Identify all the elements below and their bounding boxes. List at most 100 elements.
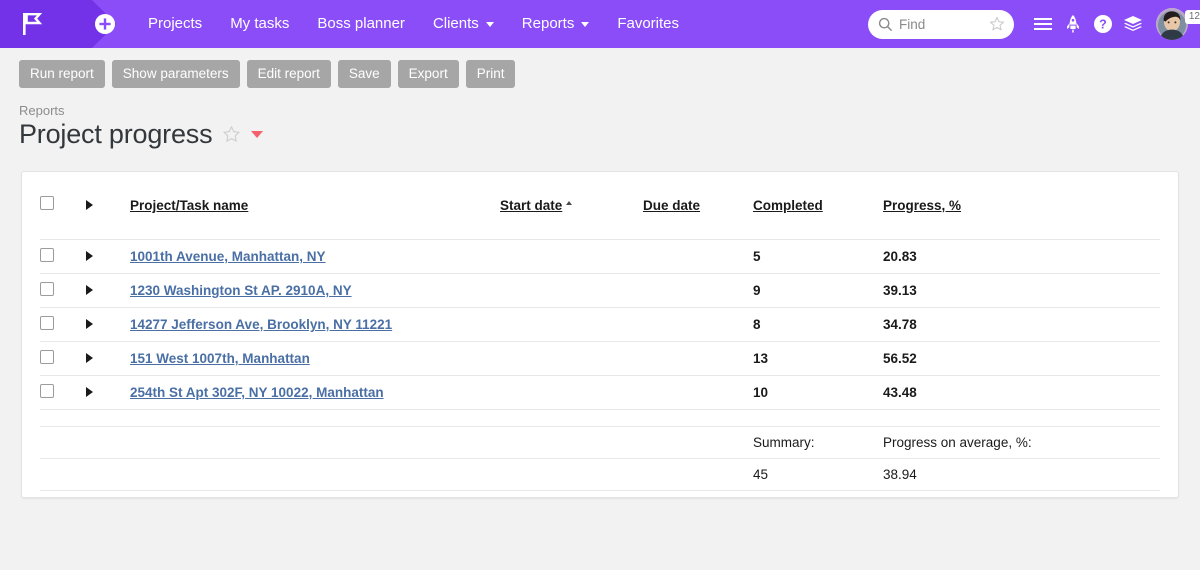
project-link[interactable]: 1001th Avenue, Manhattan, NY — [130, 249, 326, 264]
row-expand-cell — [84, 307, 130, 342]
nav-item-projects[interactable]: Projects — [134, 0, 216, 48]
avatar[interactable] — [1156, 8, 1188, 40]
user-menu[interactable]: 12 — [1156, 8, 1200, 40]
hamburger-menu-button[interactable] — [1028, 0, 1058, 48]
help-button[interactable]: ? — [1088, 0, 1118, 48]
nav-label: Projects — [148, 15, 203, 32]
row-due-date — [643, 273, 753, 308]
summary-completed-label: Summary: — [753, 426, 883, 459]
row-select-cell — [40, 375, 84, 410]
page-title: Project progress — [19, 119, 213, 149]
print-button[interactable]: Print — [465, 60, 516, 88]
table-row[interactable]: 14277 Jefferson Ave, Brooklyn, NY 11221 … — [40, 307, 1160, 342]
summary-completed-value: 45 — [753, 458, 883, 491]
table-row[interactable]: 254th St Apt 302F, NY 10022, Manhattan 1… — [40, 375, 1160, 410]
page-header: Project progress — [19, 119, 1200, 150]
row-checkbox[interactable] — [40, 248, 54, 262]
nav-item-my-tasks[interactable]: My tasks — [216, 0, 303, 48]
project-link[interactable]: 254th St Apt 302F, NY 10022, Manhattan — [130, 385, 384, 400]
expand-row-icon[interactable] — [86, 353, 93, 363]
favorite-star-icon[interactable] — [222, 125, 241, 144]
select-all-checkbox[interactable] — [40, 196, 54, 210]
row-due-date — [643, 239, 753, 274]
row-due-date — [643, 375, 753, 410]
row-due-date — [643, 307, 753, 342]
sort-ascending-icon — [566, 201, 573, 205]
row-checkbox[interactable] — [40, 350, 54, 364]
row-name-cell: 1001th Avenue, Manhattan, NY — [130, 239, 500, 274]
table-row[interactable]: 1001th Avenue, Manhattan, NY 5 20.83 — [40, 239, 1160, 274]
row-name-cell: 14277 Jefferson Ave, Brooklyn, NY 11221 — [130, 307, 500, 342]
row-checkbox[interactable] — [40, 316, 54, 330]
show-parameters-button[interactable]: Show parameters — [111, 60, 240, 88]
row-start-date — [500, 273, 643, 308]
header-due-date[interactable]: Due date — [643, 196, 753, 223]
nav-label: My tasks — [230, 15, 290, 32]
row-progress: 39.13 — [883, 273, 1160, 308]
row-checkbox[interactable] — [40, 384, 54, 398]
star-outline-icon[interactable] — [989, 16, 1005, 32]
summary-value-row: 45 38.94 — [40, 458, 1160, 491]
row-completed: 10 — [753, 375, 883, 410]
save-button[interactable]: Save — [337, 60, 391, 88]
row-select-cell — [40, 341, 84, 376]
expand-row-icon[interactable] — [86, 319, 93, 329]
summary-progress-label: Progress on average, %: — [883, 426, 1160, 459]
row-expand-cell — [84, 239, 130, 274]
row-name-cell: 1230 Washington St AP. 2910A, NY — [130, 273, 500, 308]
chevron-down-icon — [581, 21, 590, 27]
nav-item-clients[interactable]: Clients — [419, 0, 508, 48]
flag-icon[interactable] — [18, 9, 48, 39]
row-start-date — [500, 239, 643, 274]
nav-item-favorites[interactable]: Favorites — [603, 0, 693, 48]
header-separator — [40, 223, 1160, 240]
table-header-row: Project/Task name Start date Due date Co… — [40, 196, 1160, 223]
expand-row-icon[interactable] — [86, 285, 93, 295]
row-completed: 8 — [753, 307, 883, 342]
page-actions-caret-icon[interactable] — [251, 131, 264, 138]
chevron-down-icon — [485, 21, 494, 27]
search-input[interactable] — [893, 16, 989, 32]
expand-all-icon[interactable] — [86, 200, 93, 210]
rocket-button[interactable] — [1058, 0, 1088, 48]
report-card: Project/Task name Start date Due date Co… — [21, 171, 1179, 498]
row-start-date — [500, 307, 643, 342]
top-navigation-bar: Projects My tasks Boss planner Clients R… — [0, 0, 1200, 48]
table-body: 1001th Avenue, Manhattan, NY 5 20.83 123… — [40, 239, 1160, 491]
export-button[interactable]: Export — [397, 60, 459, 88]
nav-right-cluster: ? 12 — [868, 0, 1200, 48]
notification-badge[interactable]: 12 — [1184, 10, 1200, 24]
report-table: Project/Task name Start date Due date Co… — [40, 196, 1160, 491]
row-checkbox[interactable] — [40, 282, 54, 296]
expand-row-icon[interactable] — [86, 251, 93, 261]
table-row[interactable]: 151 West 1007th, Manhattan 13 56.52 — [40, 341, 1160, 376]
row-completed: 9 — [753, 273, 883, 308]
header-completed[interactable]: Completed — [753, 196, 883, 223]
nav-links: Projects My tasks Boss planner Clients R… — [134, 0, 693, 48]
header-start-date[interactable]: Start date — [500, 196, 643, 223]
expand-all-cell — [84, 196, 130, 223]
row-progress: 34.78 — [883, 307, 1160, 342]
expand-row-icon[interactable] — [86, 387, 93, 397]
project-link[interactable]: 1230 Washington St AP. 2910A, NY — [130, 283, 352, 298]
nav-label: Favorites — [617, 15, 680, 32]
project-link[interactable]: 151 West 1007th, Manhattan — [130, 351, 310, 366]
row-progress: 56.52 — [883, 341, 1160, 376]
row-progress: 20.83 — [883, 239, 1160, 274]
header-progress[interactable]: Progress, % — [883, 196, 1160, 223]
footer-separator — [40, 409, 1160, 427]
layers-button[interactable] — [1118, 0, 1148, 48]
row-name-cell: 254th St Apt 302F, NY 10022, Manhattan — [130, 375, 500, 410]
project-link[interactable]: 14277 Jefferson Ave, Brooklyn, NY 11221 — [130, 317, 392, 332]
breadcrumb[interactable]: Reports — [19, 103, 1200, 118]
nav-item-reports[interactable]: Reports — [508, 0, 604, 48]
search-box[interactable] — [868, 9, 1014, 39]
row-due-date — [643, 341, 753, 376]
add-button[interactable] — [92, 11, 118, 37]
run-report-button[interactable]: Run report — [19, 60, 105, 88]
table-row[interactable]: 1230 Washington St AP. 2910A, NY 9 39.13 — [40, 273, 1160, 308]
summary-progress-value: 38.94 — [883, 458, 1160, 491]
header-project-name[interactable]: Project/Task name — [130, 196, 500, 223]
nav-item-boss-planner[interactable]: Boss planner — [303, 0, 419, 48]
edit-report-button[interactable]: Edit report — [246, 60, 331, 88]
